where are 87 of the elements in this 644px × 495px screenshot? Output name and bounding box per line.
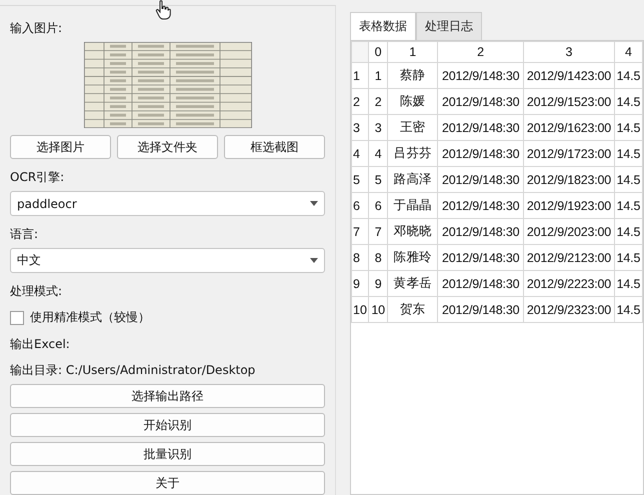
row-header: 6 bbox=[352, 192, 368, 218]
toolbar-button[interactable]: 选择文件夹 bbox=[117, 135, 218, 160]
checkbox[interactable] bbox=[10, 310, 24, 324]
table-cell: 14.5 bbox=[614, 192, 642, 218]
section-label: 输出Excel: bbox=[10, 336, 70, 352]
table-cell: 1 bbox=[368, 62, 388, 88]
table-cell: 9 bbox=[368, 270, 388, 296]
column-header: 0 bbox=[368, 42, 388, 62]
table-cell: 2012/9/148:30 bbox=[438, 166, 524, 192]
row-header: 1 bbox=[352, 62, 368, 88]
field-label: OCR引擎: bbox=[10, 169, 64, 186]
table-cell: 邓晓晓 bbox=[388, 218, 438, 244]
field-label: 输入图片: bbox=[10, 20, 62, 36]
column-header: 1 bbox=[388, 42, 438, 62]
language-dropdown[interactable]: 中文 bbox=[10, 248, 325, 273]
column-header: 4 bbox=[614, 42, 642, 62]
column-header: 3 bbox=[524, 42, 614, 62]
table-cell: 2012/9/1423:00 bbox=[524, 62, 614, 88]
table-cell: 14.5 bbox=[614, 218, 642, 244]
action-button[interactable]: 开始识别 bbox=[10, 413, 325, 437]
output-path-text: 输出目录: C:/Users/Administrator/Desktop bbox=[10, 362, 256, 378]
table-cell: 2012/9/148:30 bbox=[438, 62, 524, 88]
table-cell: 陈媛 bbox=[388, 88, 438, 114]
table-cell: 14.5 bbox=[614, 140, 642, 166]
table-cell: 8 bbox=[368, 244, 388, 270]
table-cell: 贺东 bbox=[388, 296, 438, 322]
table-cell: 蔡静 bbox=[388, 62, 438, 88]
toolbar-button[interactable]: 选择图片 bbox=[10, 135, 111, 160]
table-cell: 14.5 bbox=[614, 62, 642, 88]
field-label: 处理模式: bbox=[10, 283, 62, 299]
table-cell: 14.5 bbox=[614, 270, 642, 296]
table-cell: 2012/9/2023:00 bbox=[524, 218, 614, 244]
table-cell: 2012/9/148:30 bbox=[438, 218, 524, 244]
row-header: 10 bbox=[352, 296, 368, 322]
table-cell: 14.5 bbox=[614, 114, 642, 140]
table-cell: 陈雅玲 bbox=[388, 244, 438, 270]
table-cell: 2012/9/148:30 bbox=[438, 244, 524, 270]
caret-icon bbox=[310, 201, 318, 206]
row-header: 2 bbox=[352, 88, 368, 114]
tab[interactable]: 表格数据 bbox=[350, 12, 416, 40]
table-cell: 2012/9/1823:00 bbox=[524, 166, 614, 192]
row-header: 3 bbox=[352, 114, 368, 140]
row-header: 4 bbox=[352, 140, 368, 166]
row-header: 8 bbox=[352, 244, 368, 270]
ocr-engine-dropdown[interactable]: paddleocr bbox=[10, 191, 325, 216]
table-cell: 黄孝岳 bbox=[388, 270, 438, 296]
table-cell: 2012/9/1723:00 bbox=[524, 140, 614, 166]
table-cell: 2012/9/148:30 bbox=[438, 296, 524, 322]
column-header: 2 bbox=[438, 42, 524, 62]
table-cell: 王密 bbox=[388, 114, 438, 140]
table-cell: 7 bbox=[368, 218, 388, 244]
tab[interactable]: 处理日志 bbox=[416, 12, 482, 40]
table-cell: 5 bbox=[368, 166, 388, 192]
action-button[interactable]: 关于 bbox=[10, 471, 325, 495]
field-label: 语言: bbox=[10, 226, 38, 242]
table-cell: 3 bbox=[368, 114, 388, 140]
table-cell: 14.5 bbox=[614, 166, 642, 192]
action-button[interactable]: 批量识别 bbox=[10, 442, 325, 466]
table-cell: 14.5 bbox=[614, 88, 642, 114]
row-header: 9 bbox=[352, 270, 368, 296]
table-cell: 2012/9/2223:00 bbox=[524, 270, 614, 296]
table-cell: 2012/9/2323:00 bbox=[524, 296, 614, 322]
table-cell: 2 bbox=[368, 88, 388, 114]
checkbox-label: 使用精准模式（较慢） bbox=[30, 309, 150, 326]
toolbar-button[interactable]: 框选截图 bbox=[224, 135, 325, 160]
row-header: 7 bbox=[352, 218, 368, 244]
action-button[interactable]: 选择输出路径 bbox=[10, 384, 325, 408]
table-cell: 2012/9/1623:00 bbox=[524, 114, 614, 140]
row-header: 5 bbox=[352, 166, 368, 192]
table-cell: 2012/9/148:30 bbox=[438, 88, 524, 114]
table-cell: 14.5 bbox=[614, 244, 642, 270]
hand-cursor-icon bbox=[155, 0, 171, 20]
table-cell: 2012/9/1523:00 bbox=[524, 88, 614, 114]
table-cell: 2012/9/148:30 bbox=[438, 270, 524, 296]
table-cell: 2012/9/148:30 bbox=[438, 114, 524, 140]
table-cell: 14.5 bbox=[614, 296, 642, 322]
table-cell: 路高泽 bbox=[388, 166, 438, 192]
table-cell: 于晶晶 bbox=[388, 192, 438, 218]
table-cell: 6 bbox=[368, 192, 388, 218]
caret-icon bbox=[310, 258, 318, 264]
table-cell: 10 bbox=[368, 296, 388, 322]
table-cell: 2012/9/148:30 bbox=[438, 192, 524, 218]
table-cell: 吕芬芬 bbox=[388, 140, 438, 166]
table-cell: 2012/9/2123:00 bbox=[524, 244, 614, 270]
table-cell: 2012/9/1923:00 bbox=[524, 192, 614, 218]
table-cell: 4 bbox=[368, 140, 388, 166]
table-cell: 2012/9/148:30 bbox=[438, 140, 524, 166]
